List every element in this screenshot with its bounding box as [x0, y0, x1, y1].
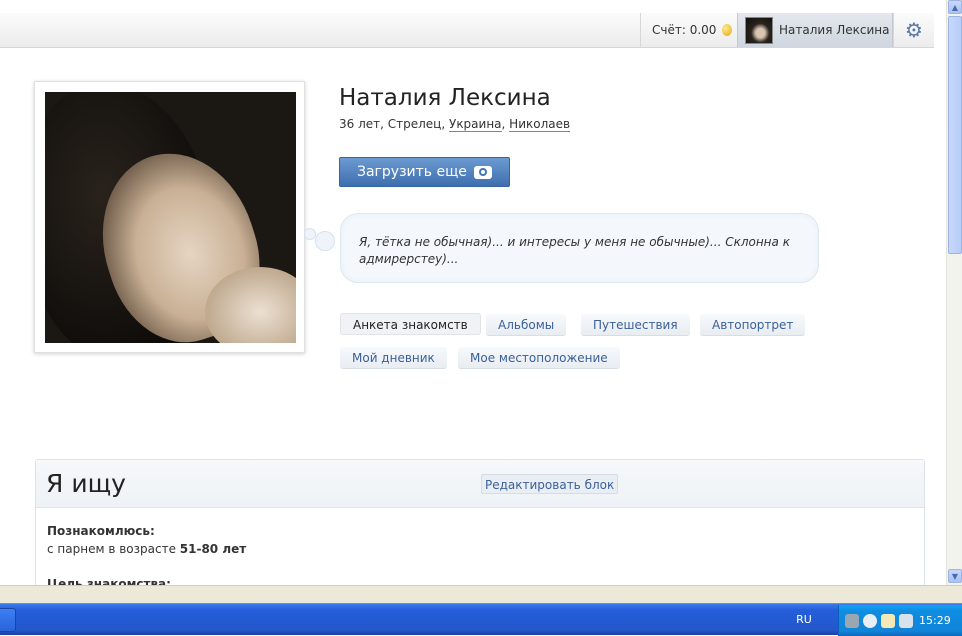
- avatar: [745, 17, 773, 44]
- meet-age: 51-80 лет: [179, 542, 247, 556]
- profile-meta: 36 лет, Стрелец, Украина, Николаев: [339, 117, 571, 132]
- network-icon[interactable]: [863, 614, 877, 628]
- display-icon[interactable]: [899, 614, 913, 628]
- meet-value: с парнем в возрасте 51-80 лет: [47, 542, 246, 556]
- tab-travels[interactable]: Путешествия: [581, 314, 690, 336]
- profile-photo[interactable]: [45, 92, 296, 343]
- goal-label: Цель знакомства:: [47, 577, 171, 585]
- taskbar: RU 15:29: [0, 603, 962, 636]
- vertical-scrollbar[interactable]: ▲ ▼: [946, 0, 962, 585]
- country-link[interactable]: Украина: [449, 117, 502, 132]
- meet-prefix: с парнем в возрасте: [47, 542, 176, 556]
- user-menu-button[interactable]: Наталия Лексина: [737, 13, 893, 47]
- upload-photo-label: Загрузить еще: [357, 164, 467, 180]
- gear-icon: ⚙: [905, 18, 923, 42]
- tab-location[interactable]: Мое местоположение: [458, 347, 620, 369]
- edit-block-button[interactable]: Редактировать блок: [481, 474, 619, 494]
- scroll-down-icon[interactable]: ▼: [948, 569, 962, 583]
- clock[interactable]: 15:29: [919, 605, 951, 636]
- taskbar-start-edge[interactable]: [0, 608, 16, 632]
- browser-status-strip: [0, 585, 962, 603]
- tab-diary[interactable]: Мой дневник: [340, 347, 447, 369]
- scroll-up-icon[interactable]: ▲: [948, 0, 962, 14]
- looking-for-block: Я ищу Редактировать блок Познакомлюсь: с…: [35, 459, 925, 585]
- scrollbar-thumb[interactable]: [948, 16, 962, 254]
- language-indicator[interactable]: RU: [787, 604, 821, 636]
- user-name: Наталия Лексина: [779, 23, 890, 37]
- volume-icon[interactable]: [845, 614, 859, 628]
- tab-dating-profile[interactable]: Анкета знакомств: [340, 313, 481, 335]
- browser-viewport: Счёт: 0.00 Наталия Лексина ⚙ Наталия Лек…: [0, 0, 946, 585]
- meet-label: Познакомлюсь:: [47, 524, 155, 538]
- coin-icon: [722, 24, 733, 36]
- city-link[interactable]: Николаев: [509, 117, 571, 132]
- upload-photo-button[interactable]: Загрузить еще: [339, 157, 510, 187]
- account-balance[interactable]: Счёт: 0.00: [640, 13, 737, 47]
- tab-albums[interactable]: Альбомы: [486, 314, 567, 336]
- messenger-icon[interactable]: [881, 614, 895, 628]
- bubble-tail-large: [315, 231, 335, 251]
- status-text: Я, тётка не обычная)... и интересы у мен…: [359, 235, 790, 266]
- profile-photo-card: [34, 81, 305, 353]
- top-bar: Счёт: 0.00 Наталия Лексина ⚙: [0, 13, 934, 48]
- profile-age-sign: 36 лет, Стрелец,: [339, 117, 446, 131]
- page-title: Наталия Лексина: [339, 85, 551, 111]
- tab-self-portrait[interactable]: Автопортрет: [700, 314, 806, 336]
- settings-button[interactable]: ⚙: [893, 13, 934, 47]
- account-balance-label: Счёт: 0.00: [652, 23, 717, 37]
- looking-for-title: Я ищу: [46, 469, 126, 498]
- system-tray: 15:29: [838, 605, 962, 636]
- looking-for-header: Я ищу Редактировать блок: [36, 460, 924, 508]
- camera-icon: [474, 166, 492, 179]
